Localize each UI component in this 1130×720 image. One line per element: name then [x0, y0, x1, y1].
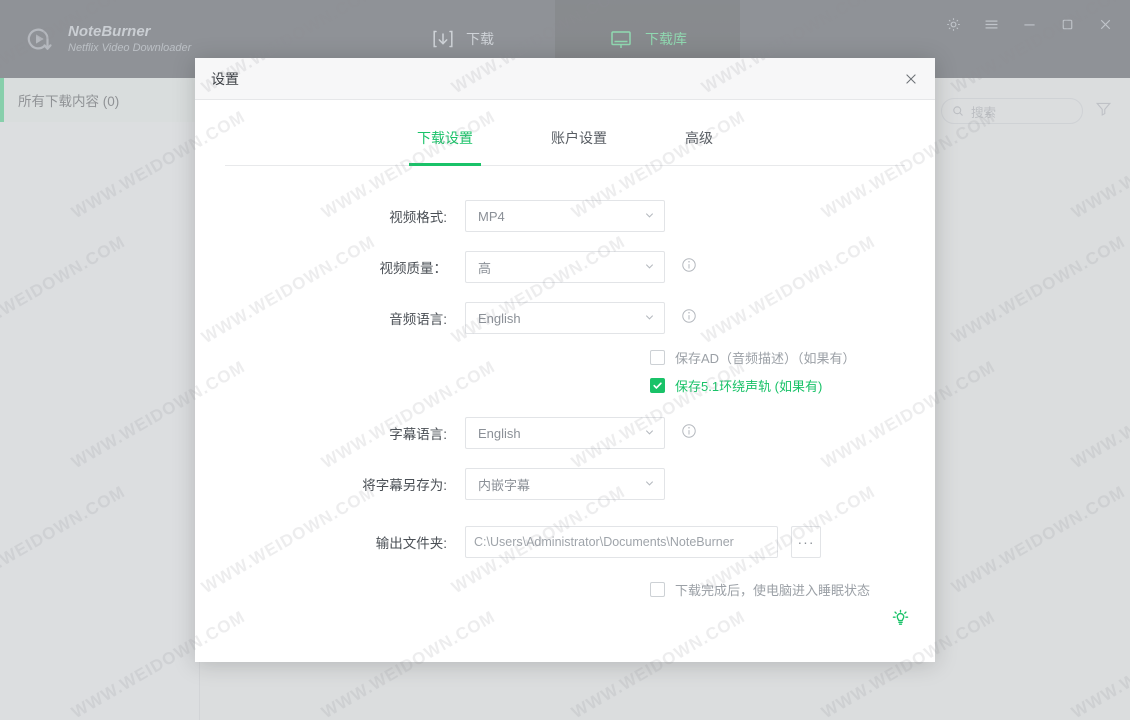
tab-account-settings[interactable]: 账户设置 [551, 128, 607, 165]
chevron-down-icon [644, 260, 655, 275]
checkbox-row-save-51: 保存5.1环绕声轨 (如果有) [195, 376, 935, 395]
save-51-label[interactable]: 保存5.1环绕声轨 (如果有) [675, 376, 822, 395]
check-icon [653, 382, 662, 389]
browse-label: ··· [797, 534, 815, 550]
download-settings-form: 视频格式: MP4 视频质量： 高 音频语言: English 保存AD（音频描… [195, 166, 935, 599]
output-folder-label: 输出文件夹: [375, 536, 447, 551]
tab-advanced[interactable]: 高级 [685, 128, 713, 165]
output-folder-input[interactable]: C:\Users\Administrator\Documents\NoteBur… [465, 526, 778, 558]
audio-language-info-icon[interactable] [681, 308, 697, 329]
audio-language-select[interactable]: English [465, 302, 665, 334]
save-51-checkbox[interactable] [650, 378, 665, 393]
field-row-video-format: 视频格式: MP4 [195, 200, 935, 232]
field-row-output-folder: 输出文件夹: C:\Users\Administrator\Documents\… [195, 526, 935, 558]
video-quality-value: 高 [478, 260, 492, 276]
tab-label: 账户设置 [551, 130, 607, 146]
video-format-label: 视频格式: [389, 210, 447, 225]
checkbox-row-save-ad: 保存AD（音频描述）（如果有） [195, 348, 935, 367]
tab-label: 下载设置 [417, 130, 473, 146]
save-ad-checkbox[interactable] [650, 350, 665, 365]
subtitle-language-select[interactable]: English [465, 417, 665, 449]
video-format-select[interactable]: MP4 [465, 200, 665, 232]
chevron-down-icon [644, 426, 655, 441]
app-window: 所有下载内容 (0) 搜索 [0, 0, 1130, 720]
field-row-video-quality: 视频质量： 高 [195, 251, 935, 283]
field-row-save-subtitle-as: 将字幕另存为: 内嵌字幕 [195, 468, 935, 500]
subtitle-language-label: 字幕语言: [389, 427, 447, 442]
dialog-title: 设置 [211, 70, 239, 87]
dialog-header: 设置 [195, 58, 935, 100]
sleep-after-checkbox[interactable] [650, 582, 665, 597]
subtitle-language-info-icon[interactable] [681, 423, 697, 444]
dialog-close-icon[interactable] [899, 67, 923, 91]
save-ad-label[interactable]: 保存AD（音频描述）（如果有） [675, 348, 856, 367]
settings-dialog: 设置 下载设置 账户设置 高级 视频格式: MP4 视频质量： 高 音频语言: … [195, 58, 935, 662]
audio-language-value: English [478, 310, 521, 326]
field-row-audio-language: 音频语言: English [195, 302, 935, 334]
checkbox-row-sleep-after: 下载完成后，使电脑进入睡眠状态 [195, 580, 935, 599]
chevron-down-icon [644, 477, 655, 492]
field-row-subtitle-language: 字幕语言: English [195, 417, 935, 449]
video-quality-select[interactable]: 高 [465, 251, 665, 283]
lightbulb-icon[interactable] [890, 608, 911, 634]
sleep-after-label[interactable]: 下载完成后，使电脑进入睡眠状态 [675, 580, 870, 599]
tab-download-settings[interactable]: 下载设置 [409, 128, 481, 166]
tab-label: 高级 [685, 130, 713, 146]
subtitle-language-value: English [478, 425, 521, 441]
output-folder-value: C:\Users\Administrator\Documents\NoteBur… [474, 535, 734, 549]
chevron-down-icon [644, 209, 655, 224]
dialog-tabs: 下载设置 账户设置 高级 [225, 128, 905, 166]
chevron-down-icon [644, 311, 655, 326]
video-quality-info-icon[interactable] [681, 257, 697, 278]
save-subtitle-as-label: 将字幕另存为: [362, 478, 447, 493]
video-format-value: MP4 [478, 208, 505, 224]
save-subtitle-as-value: 内嵌字幕 [478, 477, 531, 493]
video-quality-label: 视频质量： [379, 261, 448, 276]
audio-language-label: 音频语言: [389, 312, 447, 327]
browse-folder-button[interactable]: ··· [791, 526, 821, 558]
save-subtitle-as-select[interactable]: 内嵌字幕 [465, 468, 665, 500]
